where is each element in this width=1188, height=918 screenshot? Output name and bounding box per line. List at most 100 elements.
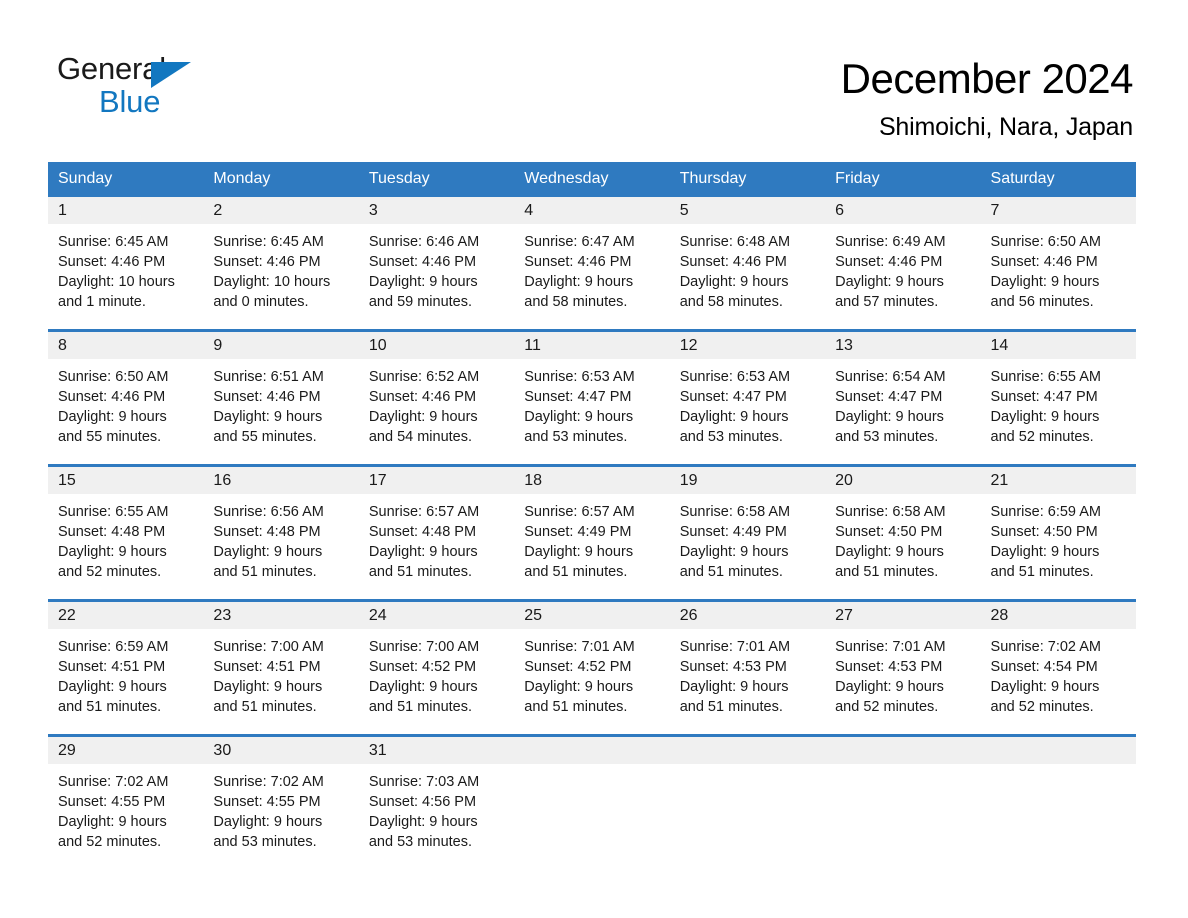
day-number[interactable]: 15 [48, 464, 204, 494]
day-number[interactable]: 29 [48, 734, 204, 764]
day-number[interactable]: 11 [514, 329, 670, 359]
daylight-text-1: Daylight: 9 hours [990, 679, 1100, 695]
day-number[interactable]: 7 [980, 197, 1136, 224]
week-detail-row: Sunrise: 6:45 AM Sunset: 4:46 PM Dayligh… [48, 224, 1136, 331]
daylight-text-1: Daylight: 9 hours [368, 409, 478, 425]
day-number[interactable]: 23 [203, 599, 359, 629]
day-number[interactable]: 6 [825, 197, 981, 224]
daylight-text-1: Daylight: 9 hours [58, 544, 167, 560]
page-header: General Blue December 2024 Shimoichi, Na… [0, 0, 1188, 144]
day-cell[interactable]: Sunrise: 6:47 AM Sunset: 4:46 PM Dayligh… [514, 224, 670, 331]
day-number[interactable]: 31 [358, 734, 515, 764]
day-cell[interactable]: Sunrise: 6:59 AM Sunset: 4:50 PM Dayligh… [980, 494, 1136, 601]
day-cell[interactable]: Sunrise: 7:01 AM Sunset: 4:52 PM Dayligh… [514, 629, 670, 736]
day-cell[interactable]: Sunrise: 6:57 AM Sunset: 4:48 PM Dayligh… [358, 494, 515, 601]
day-number[interactable]: 5 [669, 197, 826, 224]
weekday-header-wednesday: Wednesday [514, 162, 670, 197]
sunrise-text: Sunrise: 7:02 AM [990, 639, 1101, 655]
weekday-header-tuesday: Tuesday [358, 162, 515, 197]
day-number[interactable]: 22 [48, 599, 204, 629]
day-number[interactable]: 14 [980, 329, 1136, 359]
day-cell[interactable]: Sunrise: 7:03 AM Sunset: 4:56 PM Dayligh… [358, 764, 515, 869]
day-number[interactable]: 17 [358, 464, 515, 494]
day-number[interactable]: 18 [514, 464, 670, 494]
sunrise-text: Sunrise: 6:53 AM [524, 369, 635, 385]
day-cell-empty [825, 764, 981, 869]
day-cell[interactable]: Sunrise: 6:55 AM Sunset: 4:48 PM Dayligh… [48, 494, 204, 601]
daylight-text-2: and 51 minutes. [213, 699, 317, 715]
sunset-text: Sunset: 4:51 PM [213, 659, 321, 675]
day-cell[interactable]: Sunrise: 6:57 AM Sunset: 4:49 PM Dayligh… [514, 494, 670, 601]
sunset-text: Sunset: 4:46 PM [990, 254, 1098, 270]
daylight-text-2: and 52 minutes. [990, 699, 1094, 715]
day-cell[interactable]: Sunrise: 6:49 AM Sunset: 4:46 PM Dayligh… [825, 224, 981, 331]
sunrise-text: Sunrise: 7:00 AM [213, 639, 324, 655]
day-number[interactable]: 10 [358, 329, 515, 359]
title-block: December 2024 Shimoichi, Nara, Japan [841, 52, 1134, 144]
daylight-text-2: and 53 minutes. [679, 429, 783, 445]
day-cell[interactable]: Sunrise: 6:53 AM Sunset: 4:47 PM Dayligh… [514, 359, 670, 466]
day-cell[interactable]: Sunrise: 7:01 AM Sunset: 4:53 PM Dayligh… [669, 629, 826, 736]
daylight-text-2: and 51 minutes. [679, 564, 783, 580]
day-number[interactable]: 28 [980, 599, 1136, 629]
day-number[interactable]: 3 [358, 197, 515, 224]
day-number[interactable]: 2 [203, 197, 359, 224]
day-cell[interactable]: Sunrise: 6:58 AM Sunset: 4:49 PM Dayligh… [669, 494, 826, 601]
day-cell[interactable]: Sunrise: 6:55 AM Sunset: 4:47 PM Dayligh… [980, 359, 1136, 466]
weekday-header-monday: Monday [203, 162, 359, 197]
sunset-text: Sunset: 4:46 PM [368, 389, 477, 405]
day-number[interactable]: 8 [48, 329, 204, 359]
day-number[interactable]: 25 [514, 599, 670, 629]
day-number[interactable]: 13 [825, 329, 981, 359]
daylight-text-2: and 54 minutes. [368, 429, 473, 445]
day-cell[interactable]: Sunrise: 6:45 AM Sunset: 4:46 PM Dayligh… [48, 224, 204, 331]
day-number[interactable]: 27 [825, 599, 981, 629]
day-cell[interactable]: Sunrise: 6:51 AM Sunset: 4:46 PM Dayligh… [203, 359, 359, 466]
sunset-text: Sunset: 4:52 PM [368, 659, 477, 675]
day-number[interactable]: 20 [825, 464, 981, 494]
sunset-text: Sunset: 4:52 PM [524, 659, 632, 675]
day-cell[interactable]: Sunrise: 6:48 AM Sunset: 4:46 PM Dayligh… [669, 224, 826, 331]
sunset-text: Sunset: 4:47 PM [990, 389, 1098, 405]
day-cell[interactable]: Sunrise: 7:00 AM Sunset: 4:51 PM Dayligh… [203, 629, 359, 736]
sunset-text: Sunset: 4:47 PM [679, 389, 787, 405]
day-cell[interactable]: Sunrise: 7:02 AM Sunset: 4:55 PM Dayligh… [203, 764, 359, 869]
day-cell[interactable]: Sunrise: 7:00 AM Sunset: 4:52 PM Dayligh… [358, 629, 515, 736]
day-cell[interactable]: Sunrise: 7:02 AM Sunset: 4:54 PM Dayligh… [980, 629, 1136, 736]
day-cell[interactable]: Sunrise: 6:53 AM Sunset: 4:47 PM Dayligh… [669, 359, 826, 466]
daylight-text-1: Daylight: 10 hours [213, 274, 331, 290]
day-number[interactable]: 1 [48, 197, 204, 224]
daylight-text-1: Daylight: 9 hours [368, 544, 478, 560]
day-number[interactable]: 16 [203, 464, 359, 494]
daylight-text-2: and 56 minutes. [990, 294, 1094, 310]
day-cell[interactable]: Sunrise: 6:59 AM Sunset: 4:51 PM Dayligh… [48, 629, 204, 736]
day-cell[interactable]: Sunrise: 6:50 AM Sunset: 4:46 PM Dayligh… [48, 359, 204, 466]
sunset-text: Sunset: 4:53 PM [835, 659, 943, 675]
sunrise-text: Sunrise: 6:55 AM [990, 369, 1101, 385]
day-number[interactable]: 9 [203, 329, 359, 359]
sunset-text: Sunset: 4:48 PM [368, 524, 477, 540]
day-cell[interactable]: Sunrise: 6:50 AM Sunset: 4:46 PM Dayligh… [980, 224, 1136, 331]
day-number[interactable]: 12 [669, 329, 826, 359]
day-number[interactable]: 4 [514, 197, 670, 224]
daylight-text-1: Daylight: 9 hours [368, 274, 478, 290]
sunrise-text: Sunrise: 6:52 AM [368, 369, 480, 385]
day-cell[interactable]: Sunrise: 6:45 AM Sunset: 4:46 PM Dayligh… [203, 224, 359, 331]
day-number[interactable]: 19 [669, 464, 826, 494]
day-cell[interactable]: Sunrise: 6:56 AM Sunset: 4:48 PM Dayligh… [203, 494, 359, 601]
day-number[interactable]: 30 [203, 734, 359, 764]
sunset-text: Sunset: 4:55 PM [213, 794, 321, 810]
day-cell[interactable]: Sunrise: 6:54 AM Sunset: 4:47 PM Dayligh… [825, 359, 981, 466]
week-date-band: 22 23 24 25 26 27 28 [48, 599, 1136, 629]
day-cell[interactable]: Sunrise: 6:46 AM Sunset: 4:46 PM Dayligh… [358, 224, 515, 331]
day-number[interactable]: 24 [358, 599, 515, 629]
day-cell[interactable]: Sunrise: 7:01 AM Sunset: 4:53 PM Dayligh… [825, 629, 981, 736]
sunset-text: Sunset: 4:46 PM [213, 254, 321, 270]
day-cell[interactable]: Sunrise: 6:58 AM Sunset: 4:50 PM Dayligh… [825, 494, 981, 601]
week-detail-row: Sunrise: 6:59 AM Sunset: 4:51 PM Dayligh… [48, 629, 1136, 736]
day-cell[interactable]: Sunrise: 6:52 AM Sunset: 4:46 PM Dayligh… [358, 359, 515, 466]
day-number[interactable]: 26 [669, 599, 826, 629]
day-cell[interactable]: Sunrise: 7:02 AM Sunset: 4:55 PM Dayligh… [48, 764, 204, 869]
day-number[interactable]: 21 [980, 464, 1136, 494]
daylight-text-2: and 51 minutes. [58, 699, 162, 715]
